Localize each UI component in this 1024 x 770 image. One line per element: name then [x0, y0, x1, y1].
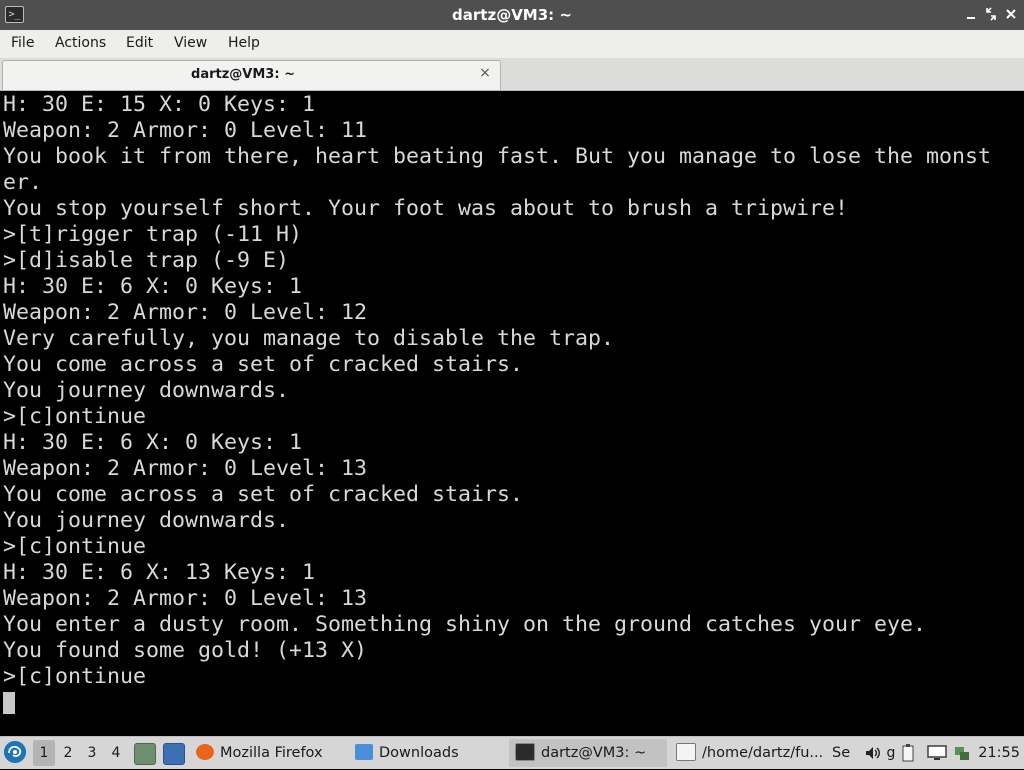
terminal-line: Weapon: 2 Armor: 0 Level: 13 [3, 586, 368, 611]
show-desktop-icon[interactable] [163, 743, 185, 765]
terminal-line: >[d]isable trap (-9 E) [3, 248, 290, 273]
menu-help[interactable]: Help [227, 30, 261, 58]
title-bar[interactable]: >_ dartz@VM3: ~ [0, 0, 1024, 30]
tray-g-label[interactable]: g [885, 744, 897, 762]
terminal-line: You found some gold! (+13 X) [3, 638, 368, 663]
task-downloads-label: Downloads [379, 745, 459, 761]
maximize-button[interactable] [983, 6, 999, 22]
network-icon[interactable] [953, 744, 971, 762]
terminal-line: You book it from there, heart beating fa… [3, 144, 992, 169]
terminal-line: H: 30 E: 6 X: 0 Keys: 1 [3, 274, 303, 299]
task-downloads[interactable]: Downloads [349, 739, 499, 767]
terminal-line: Very carefully, you manage to disable th… [3, 326, 615, 351]
firefox-icon [196, 743, 214, 760]
workspace-1[interactable]: 1 [33, 740, 55, 766]
terminal-line: >[c]ontinue [3, 404, 147, 429]
display-icon[interactable] [927, 744, 947, 762]
menu-view[interactable]: View [173, 30, 208, 58]
task-overflow[interactable]: Se [832, 739, 860, 767]
terminal-line: You stop yourself short. Your foot was a… [3, 196, 849, 221]
workspace-4[interactable]: 4 [105, 740, 127, 766]
tab-label: dartz@VM3: ~ [191, 67, 295, 82]
task-overflow-label: Se [832, 745, 851, 761]
terminal-line: You journey downwards. [3, 378, 290, 403]
menu-file[interactable]: File [10, 30, 35, 58]
text-cursor [3, 692, 15, 714]
task-terminal[interactable]: dartz@VM3: ~ [509, 739, 667, 767]
speaker-icon [866, 747, 880, 759]
terminal-line: >[c]ontinue [3, 534, 147, 559]
tab-bar: dartz@VM3: ~ × [0, 58, 1024, 91]
terminal-line: >[c]ontinue [3, 664, 147, 689]
terminal-line: er. [3, 170, 43, 195]
window-title: dartz@VM3: ~ [452, 6, 572, 24]
close-icon [1006, 9, 1016, 19]
menu-actions[interactable]: Actions [54, 30, 107, 58]
clock[interactable]: 21:55 [978, 737, 1020, 769]
start-menu-icon [4, 741, 26, 763]
terminal-scrollbar[interactable] [1010, 91, 1024, 736]
terminal-line: You come across a set of cracked stairs. [3, 352, 524, 377]
battery-icon [902, 744, 914, 762]
terminal-line: H: 30 E: 6 X: 0 Keys: 1 [3, 430, 303, 455]
volume-icon[interactable] [862, 744, 882, 762]
start-menu-button[interactable] [4, 741, 26, 763]
taskbar: 1 2 3 4 Mozilla Firefox Downloads dartz@… [0, 736, 1024, 769]
network-status-icon [955, 747, 969, 760]
terminal-line: H: 30 E: 6 X: 13 Keys: 1 [3, 560, 316, 585]
monitor-icon [927, 745, 947, 760]
task-firefox[interactable]: Mozilla Firefox [190, 739, 340, 767]
terminal-line: You enter a dusty room. Something shiny … [3, 612, 927, 637]
terminal-line: Weapon: 2 Armor: 0 Level: 13 [3, 456, 368, 481]
prompt-line [3, 690, 1003, 716]
terminal-window: >_ dartz@VM3: ~ File Actions Edit View H… [0, 0, 1024, 736]
folder-icon [355, 743, 373, 760]
terminal-output[interactable]: H: 30 E: 15 X: 0 Keys: 1 Weapon: 2 Armor:… [0, 91, 1024, 736]
text-editor-icon [676, 742, 696, 761]
terminal-lines: H: 30 E: 15 X: 0 Keys: 1 Weapon: 2 Armor:… [3, 92, 1003, 716]
terminal-line: >[t]rigger trap (-11 H) [3, 222, 303, 247]
tab-terminal[interactable]: dartz@VM3: ~ × [2, 60, 501, 90]
task-firefox-label: Mozilla Firefox [220, 745, 323, 761]
terminal-icon [515, 742, 535, 761]
close-button[interactable] [1003, 6, 1019, 22]
workspace-2[interactable]: 2 [57, 740, 79, 766]
menu-edit[interactable]: Edit [125, 30, 154, 58]
terminal-line: You come across a set of cracked stairs. [3, 482, 524, 507]
tab-close-icon[interactable]: × [478, 66, 492, 80]
minimize-button[interactable] [963, 6, 979, 22]
clipboard-icon[interactable] [900, 744, 916, 762]
terminal-line: You journey downwards. [3, 508, 290, 533]
minimize-icon [967, 17, 975, 19]
terminal-line: Weapon: 2 Armor: 0 Level: 11 [3, 118, 368, 143]
task-editor[interactable]: /home/dartz/fu... [670, 739, 830, 767]
task-editor-label: /home/dartz/fu... [702, 745, 824, 761]
task-terminal-label: dartz@VM3: ~ [541, 745, 647, 761]
menu-bar: File Actions Edit View Help [0, 30, 1024, 58]
terminal-line: Weapon: 2 Armor: 0 Level: 12 [3, 300, 368, 325]
terminal-line: H: 30 E: 15 X: 0 Keys: 1 [3, 92, 316, 117]
quick-launch-files-icon[interactable] [134, 743, 156, 765]
workspace-3[interactable]: 3 [81, 740, 103, 766]
restore-icon [986, 7, 996, 21]
